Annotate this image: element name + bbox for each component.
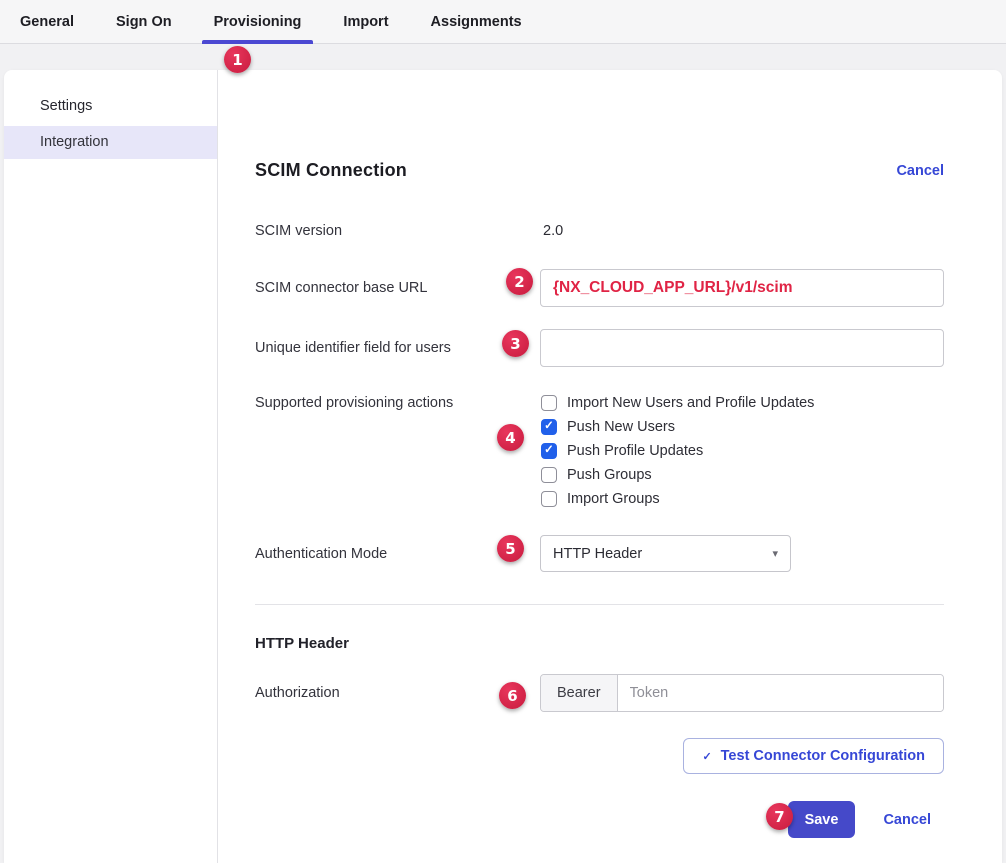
scim-version-row: SCIM version 2.0 xyxy=(255,222,944,240)
action-row-push-new-users: Push New Users xyxy=(541,415,944,439)
settings-sidebar: Settings Integration xyxy=(4,70,218,863)
unique-id-row: Unique identifier field for users xyxy=(255,329,944,367)
chevron-down-icon: ▾ xyxy=(772,547,778,560)
unique-id-label: Unique identifier field for users xyxy=(255,340,540,356)
annotation-badge-7: 7 xyxy=(766,803,793,830)
app-tabbar: General Sign On Provisioning Import Assi… xyxy=(0,0,1006,44)
test-connector-row: ✓ Test Connector Configuration xyxy=(255,738,944,774)
checkbox-push-profile-updates[interactable] xyxy=(541,443,557,459)
unique-id-input[interactable] xyxy=(540,329,944,367)
http-header-section-heading: HTTP Header xyxy=(255,635,944,652)
scim-connection-panel: SCIM Connection Cancel SCIM version 2.0 … xyxy=(218,70,1002,863)
provisioning-actions-group: Import New Users and Profile Updates Pus… xyxy=(540,391,944,511)
section-divider xyxy=(255,604,944,605)
test-connector-label: Test Connector Configuration xyxy=(721,748,925,764)
action-row-push-profile-updates: Push Profile Updates xyxy=(541,439,944,463)
tab-general[interactable]: General xyxy=(18,0,76,43)
authentication-mode-row: Authentication Mode HTTP Header ▾ xyxy=(255,535,944,572)
base-url-label: SCIM connector base URL xyxy=(255,280,540,296)
authorization-label: Authorization xyxy=(255,685,540,701)
annotation-badge-1: 1 xyxy=(224,46,251,73)
provisioning-card: Settings Integration SCIM Connection Can… xyxy=(4,70,1002,863)
checkbox-push-groups[interactable] xyxy=(541,467,557,483)
checkbox-label: Push Profile Updates xyxy=(567,443,703,459)
panel-header: SCIM Connection Cancel xyxy=(255,160,944,181)
action-row-import-groups: Import Groups xyxy=(541,487,944,511)
base-url-row: SCIM connector base URL xyxy=(255,269,944,307)
page-title: SCIM Connection xyxy=(255,160,407,181)
provisioning-actions-label: Supported provisioning actions xyxy=(255,391,540,415)
annotation-badge-3: 3 xyxy=(502,330,529,357)
authorization-input-group: Bearer xyxy=(540,674,944,712)
base-url-input[interactable] xyxy=(540,269,944,307)
tab-import[interactable]: Import xyxy=(341,0,390,43)
checkbox-push-new-users[interactable] xyxy=(541,419,557,435)
authorization-row: Authorization Bearer xyxy=(255,674,944,712)
scim-version-label: SCIM version xyxy=(255,223,540,239)
annotation-badge-2: 2 xyxy=(506,268,533,295)
selected-auth-mode: HTTP Header xyxy=(553,546,642,562)
provisioning-actions-row: Supported provisioning actions Import Ne… xyxy=(255,391,944,511)
test-connector-button[interactable]: ✓ Test Connector Configuration xyxy=(683,738,944,774)
cancel-link-top[interactable]: Cancel xyxy=(896,163,944,179)
authentication-mode-select[interactable]: HTTP Header ▾ xyxy=(540,535,791,572)
tab-sign-on[interactable]: Sign On xyxy=(114,0,174,43)
save-row: Save Cancel xyxy=(255,801,944,838)
checkbox-label: Push New Users xyxy=(567,419,675,435)
annotation-badge-4: 4 xyxy=(497,424,524,451)
check-icon: ✓ xyxy=(702,750,711,763)
annotation-badge-6: 6 xyxy=(499,682,526,709)
sidebar-heading: Settings xyxy=(4,96,217,126)
tab-assignments[interactable]: Assignments xyxy=(429,0,524,43)
checkbox-label: Import Groups xyxy=(567,491,660,507)
checkbox-import-new-users[interactable] xyxy=(541,395,557,411)
tab-provisioning[interactable]: Provisioning xyxy=(212,0,304,43)
token-input[interactable] xyxy=(618,675,943,711)
checkbox-label: Import New Users and Profile Updates xyxy=(567,395,814,411)
action-row-push-groups: Push Groups xyxy=(541,463,944,487)
checkbox-label: Push Groups xyxy=(567,467,652,483)
action-row-import-users: Import New Users and Profile Updates xyxy=(541,391,944,415)
checkbox-import-groups[interactable] xyxy=(541,491,557,507)
save-button[interactable]: Save xyxy=(788,801,856,838)
scim-version-value: 2.0 xyxy=(540,223,563,239)
annotation-badge-5: 5 xyxy=(497,535,524,562)
bearer-prefix: Bearer xyxy=(541,675,618,711)
sidebar-item-integration[interactable]: Integration xyxy=(4,126,217,159)
cancel-link-bottom[interactable]: Cancel xyxy=(883,812,931,828)
